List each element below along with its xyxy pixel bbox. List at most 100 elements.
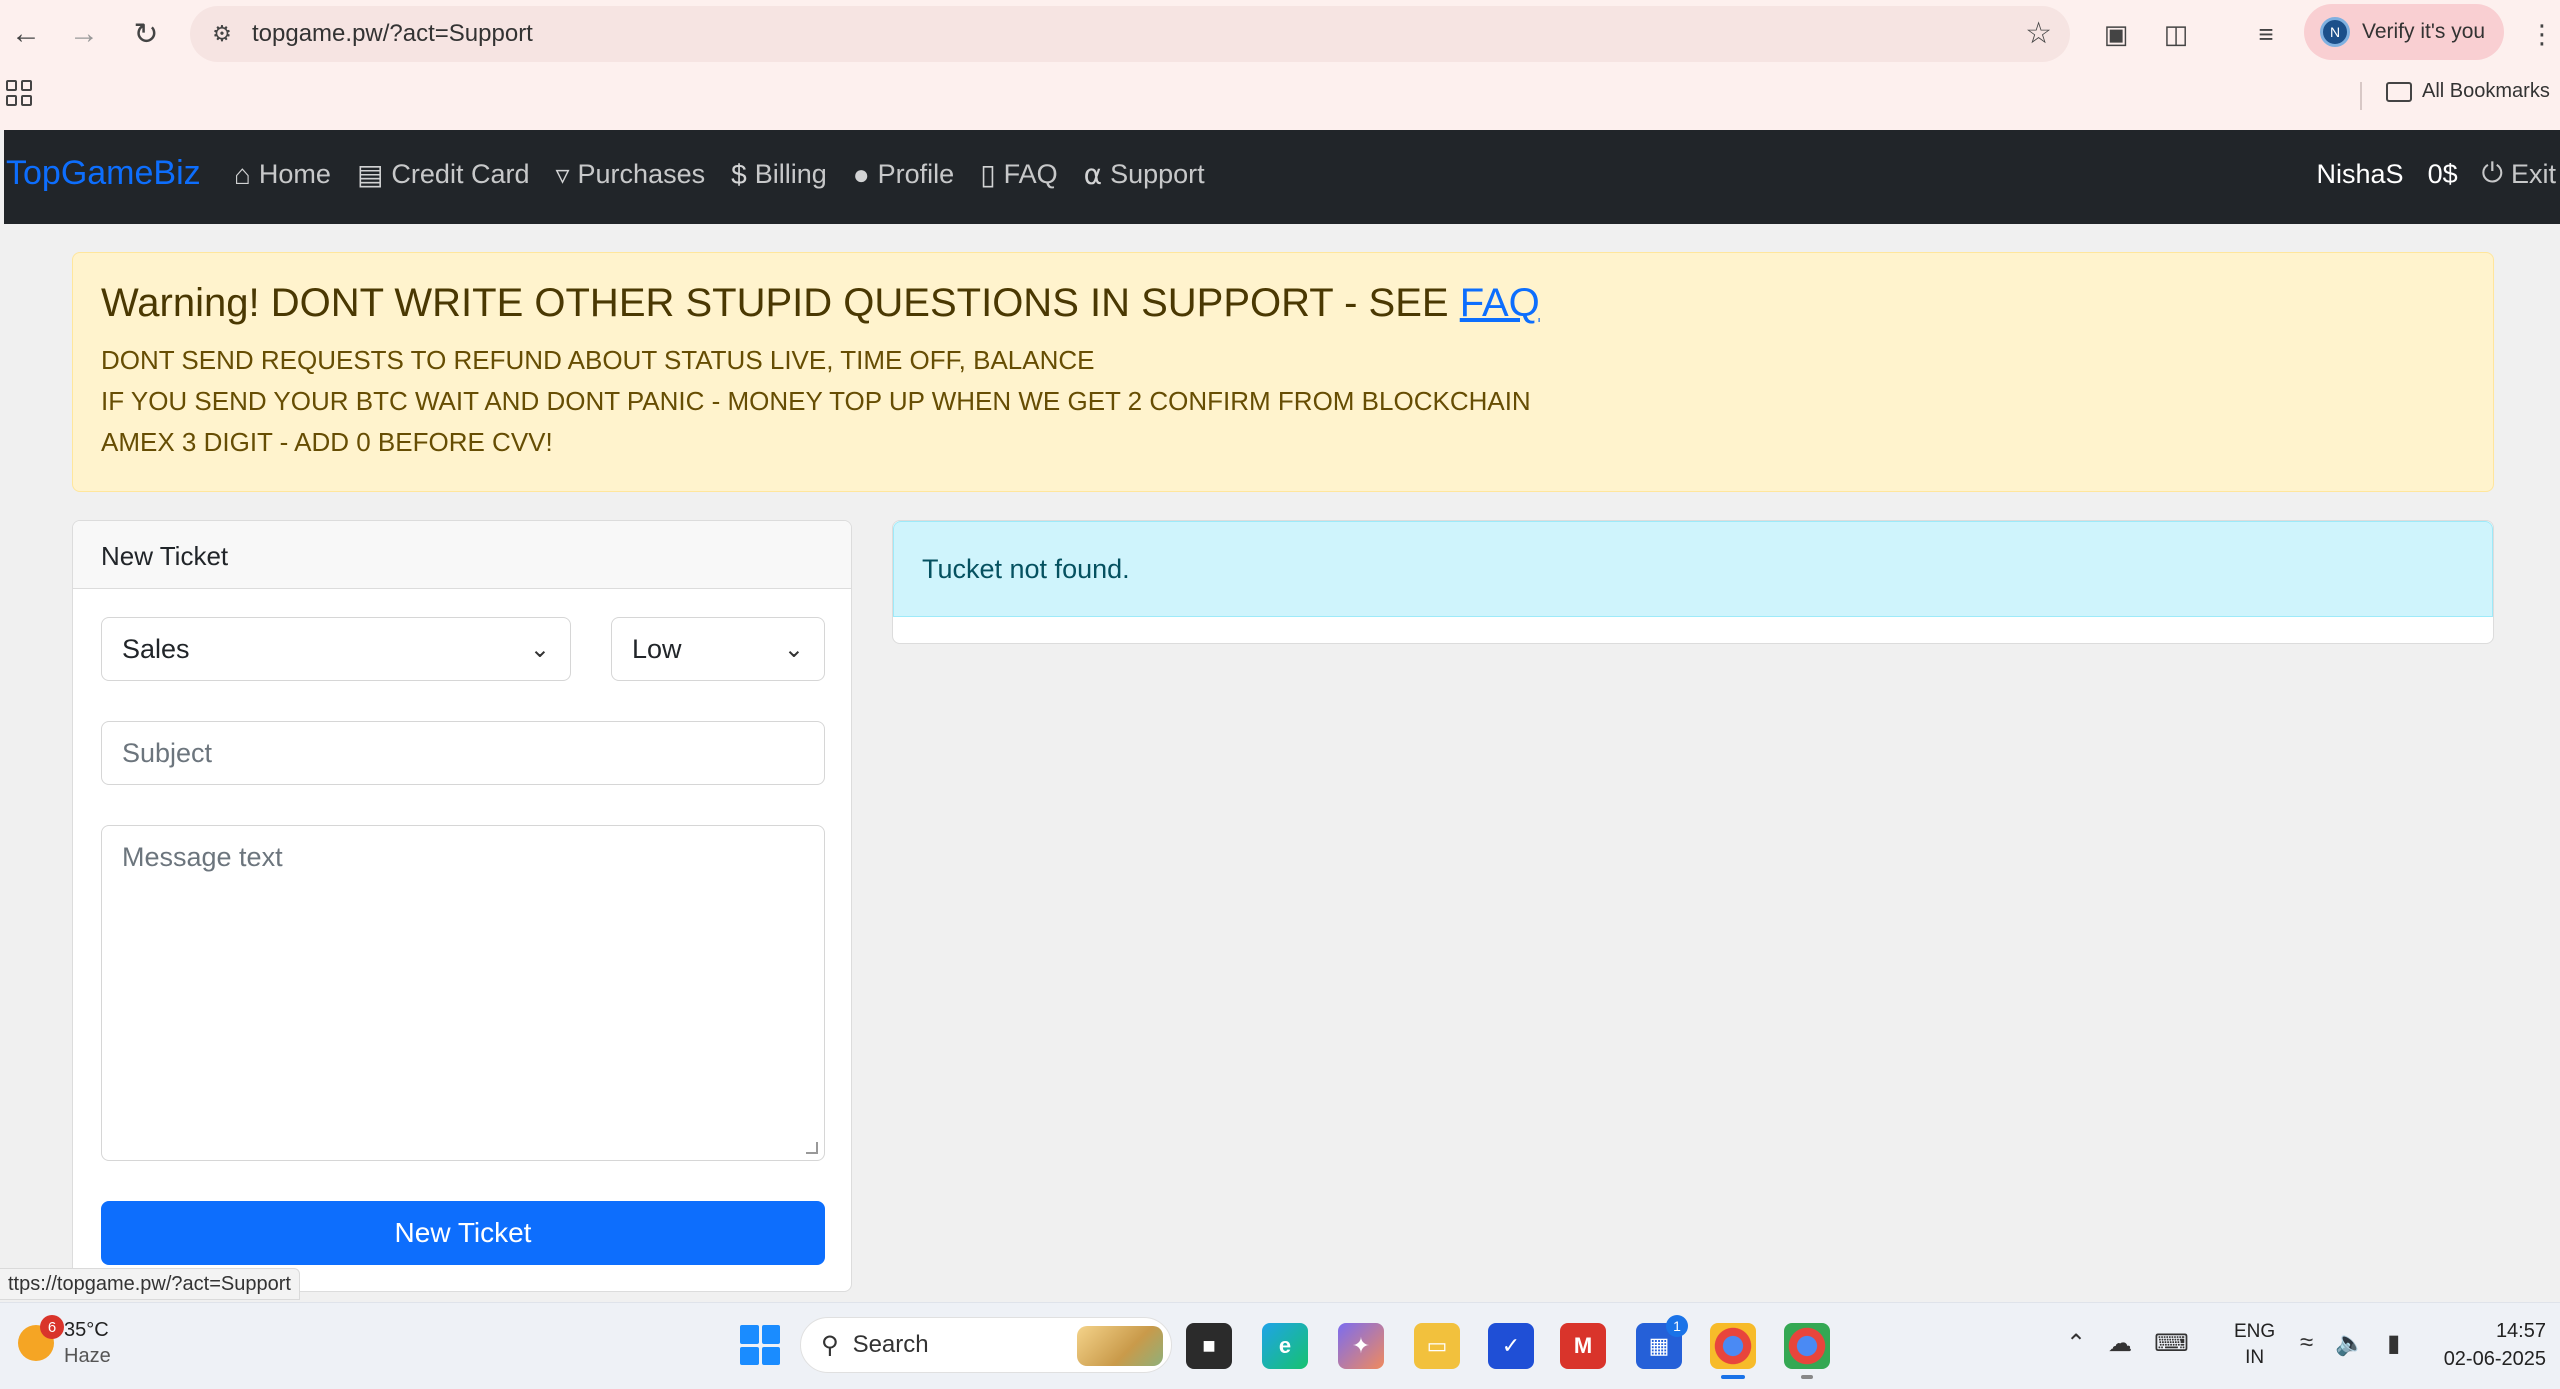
app-icon[interactable]: ✓ [1488, 1323, 1534, 1369]
power-icon: ⏻ [2481, 158, 2503, 188]
battery-icon[interactable]: ▮ [2387, 1329, 2400, 1358]
status-url-tooltip: ttps://topgame.pw/?act=Support [0, 1268, 300, 1300]
cart-icon: ▿ [555, 159, 570, 190]
lang-line-1: ENG [2234, 1321, 2276, 1342]
extensions-icon[interactable]: ◫ [2156, 14, 2196, 54]
exit-button[interactable]: ⏻ Exit [2482, 158, 2556, 190]
nav-home-label: Home [258, 159, 331, 189]
all-bookmarks-button[interactable]: All Bookmarks [2386, 80, 2550, 103]
weather-badge: 6 [40, 1315, 64, 1339]
forward-button[interactable]: → [62, 12, 106, 56]
resize-handle[interactable] [806, 1142, 818, 1154]
chevron-down-icon: ⌄ [783, 635, 804, 663]
exit-label: Exit [2510, 158, 2556, 189]
verify-identity-button[interactable]: N Verify it's you [2304, 4, 2504, 60]
clock-time: 14:57 [2495, 1320, 2546, 1342]
task-view-icon[interactable]: ■ [1186, 1323, 1232, 1369]
verify-label: Verify it's you [2362, 20, 2486, 43]
dollar-icon: $ [731, 158, 747, 190]
file-explorer-icon[interactable]: ▭ [1414, 1323, 1460, 1369]
all-bookmarks-label: All Bookmarks [2422, 80, 2550, 102]
headphones-icon: ⍺ [1083, 159, 1103, 190]
chevron-up-icon[interactable]: ⌃ [2066, 1329, 2086, 1358]
warning-title-text: Warning! DONT WRITE OTHER STUPID QUESTIO… [101, 281, 1460, 325]
site-navbar: TopGameBiz ⌂ Home ▤ Credit Card ▿ Purcha… [4, 130, 2560, 224]
faq-link[interactable]: FAQ [1460, 281, 1540, 325]
nav-faq[interactable]: ▯ FAQ [980, 158, 1057, 191]
warning-line-3: AMEX 3 DIGIT - ADD 0 BEFORE CVV! [101, 427, 553, 457]
warning-alert: Warning! DONT WRITE OTHER STUPID QUESTIO… [72, 252, 2494, 492]
nav-credit-card[interactable]: ▤ Credit Card [357, 158, 530, 191]
weather-desc: Haze [64, 1345, 111, 1367]
chrome-profile-icon[interactable] [1784, 1323, 1830, 1379]
store-icon[interactable]: ▦ 1 [1636, 1315, 1688, 1369]
apps-grid-icon[interactable] [6, 80, 32, 106]
browser-chrome: ← → ↻ ⚙ topgame.pw/?act=Support ☆ ▣ ◫ ≡ … [0, 0, 2560, 130]
credit-card-icon: ▤ [356, 159, 384, 190]
warning-line-2: IF YOU SEND YOUR BTC WAIT AND DONT PANIC… [101, 386, 1531, 416]
media-controls-icon[interactable]: ≡ [2246, 14, 2286, 54]
copilot-icon[interactable]: ✦ [1338, 1323, 1384, 1369]
weather-widget[interactable]: 6 35°C Haze [18, 1315, 111, 1369]
balance[interactable]: 0$ [2428, 159, 2458, 190]
tickets-panel: Tucket not found. [892, 520, 2494, 644]
nav-home[interactable]: ⌂ Home [234, 158, 331, 191]
nav-profile[interactable]: ● Profile [853, 158, 954, 191]
back-button[interactable]: ← [4, 12, 48, 56]
search-icon: ⚲ [821, 1331, 839, 1359]
priority-value: Low [632, 633, 682, 664]
keyboard-icon[interactable]: ⌨ [2154, 1329, 2189, 1358]
bookmark-star-icon[interactable]: ☆ [2025, 16, 2052, 51]
home-icon: ⌂ [234, 158, 251, 190]
folder-icon [2386, 81, 2412, 102]
store-badge: 1 [1666, 1315, 1688, 1337]
language-indicator[interactable]: ENG IN [2234, 1319, 2275, 1371]
subject-input[interactable]: Subject [101, 721, 825, 785]
brand-logo[interactable]: TopGameBiz [6, 154, 201, 193]
department-select[interactable]: Sales ⌄ [101, 617, 571, 681]
clock[interactable]: 14:57 02-06-2025 [2444, 1317, 2546, 1373]
nav-purchases-label: Purchases [577, 159, 706, 189]
wifi-icon[interactable]: ≈ [2300, 1329, 2313, 1358]
edge-icon[interactable]: e [1262, 1323, 1308, 1369]
warning-title: Warning! DONT WRITE OTHER STUPID QUESTIO… [101, 281, 2465, 326]
nav-faq-label: FAQ [1003, 159, 1058, 189]
user-icon: ● [852, 158, 870, 190]
book-icon: ▯ [980, 159, 996, 190]
profile-avatar: N [2320, 17, 2350, 47]
start-button[interactable] [740, 1325, 780, 1365]
address-bar[interactable]: ⚙ topgame.pw/?act=Support ☆ [190, 6, 2070, 62]
translate-icon[interactable]: ▣ [2096, 14, 2136, 54]
clock-date: 02-06-2025 [2443, 1348, 2546, 1370]
no-tickets-alert: Tucket not found. [893, 521, 2493, 617]
message-textarea[interactable]: Message text [101, 825, 825, 1161]
chevron-down-icon: ⌄ [529, 635, 550, 663]
weather-icon: 6 [18, 1315, 64, 1361]
nav-support-label: Support [1110, 159, 1205, 189]
nav-billing-label: Billing [754, 159, 827, 189]
nav-billing[interactable]: $ Billing [731, 158, 827, 191]
chrome-icon[interactable] [1710, 1323, 1756, 1379]
reload-button[interactable]: ↻ [124, 12, 168, 56]
username[interactable]: NishaS [2317, 159, 2404, 190]
new-ticket-button[interactable]: New Ticket [101, 1201, 825, 1265]
nav-purchases[interactable]: ▿ Purchases [555, 158, 705, 191]
volume-icon[interactable]: 🔈 [2335, 1329, 2365, 1358]
kebab-menu-icon[interactable]: ⋮ [2522, 14, 2560, 54]
new-ticket-header: New Ticket [73, 521, 851, 589]
onedrive-icon[interactable]: ☁ [2108, 1329, 2132, 1358]
nav-credit-card-label: Credit Card [391, 159, 530, 189]
message-placeholder: Message text [122, 842, 283, 872]
site-info-icon[interactable]: ⚙ [206, 18, 238, 50]
nav-support[interactable]: ⍺ Support [1084, 158, 1205, 191]
taskbar: 6 35°C Haze ⚲ Search ■ e ✦ ▭ ✓ M ▦ 1 ⌃ ☁… [0, 1302, 2560, 1389]
taskbar-search-label: Search [852, 1331, 929, 1358]
warning-line-1: DONT SEND REQUESTS TO REFUND ABOUT STATU… [101, 345, 1095, 375]
weather-temp: 35°C [64, 1319, 109, 1341]
priority-select[interactable]: Low ⌄ [611, 617, 825, 681]
address-url[interactable]: topgame.pw/?act=Support [252, 20, 533, 48]
bookmark-divider [2360, 82, 2362, 110]
mcafee-icon[interactable]: M [1560, 1323, 1606, 1369]
taskbar-search[interactable]: ⚲ Search [800, 1317, 1172, 1373]
nav-profile-label: Profile [877, 159, 955, 189]
